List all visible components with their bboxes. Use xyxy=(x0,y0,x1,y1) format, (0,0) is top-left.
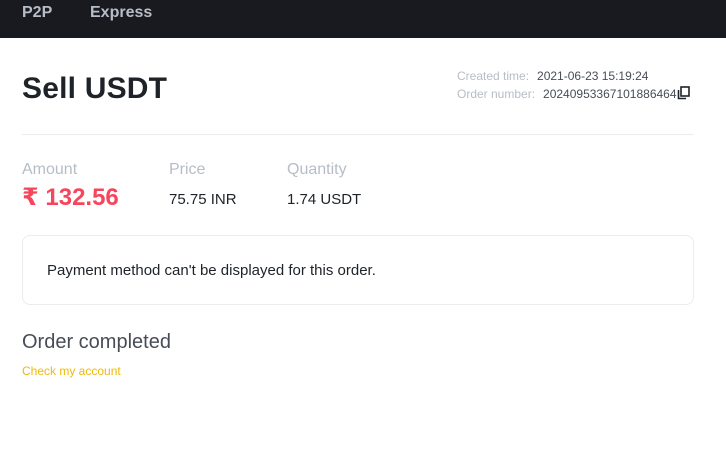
top-nav: P2P Express xyxy=(0,0,726,38)
page-title: Sell USDT xyxy=(22,72,168,105)
created-time-label: Created time: xyxy=(457,69,530,83)
payment-notice-box: Payment method can't be displayed for th… xyxy=(22,235,694,305)
order-status-title: Order completed xyxy=(22,331,171,353)
header-divider xyxy=(22,134,694,135)
price-value: 75.75 INR xyxy=(169,191,237,208)
order-number-row: Order number: 20240953367101886464 xyxy=(457,87,677,101)
order-number-label: Order number: xyxy=(457,87,536,101)
check-account-link[interactable]: Check my account xyxy=(22,364,121,378)
created-time-row: Created time: 2021-06-23 15:19:24 xyxy=(457,69,648,83)
nav-item-p2p[interactable]: P2P xyxy=(22,4,52,22)
quantity-label: Quantity xyxy=(287,161,347,178)
quantity-value: 1.74 USDT xyxy=(287,191,362,208)
nav-item-express[interactable]: Express xyxy=(90,4,152,22)
payment-notice-text: Payment method can't be displayed for th… xyxy=(47,262,376,279)
amount-label: Amount xyxy=(22,161,78,178)
copy-icon[interactable] xyxy=(677,86,690,100)
amount-value: ₹ 132.56 xyxy=(22,184,119,211)
price-label: Price xyxy=(169,161,206,178)
order-number-value: 20240953367101886464 xyxy=(543,87,677,101)
created-time-value: 2021-06-23 15:19:24 xyxy=(537,69,649,83)
